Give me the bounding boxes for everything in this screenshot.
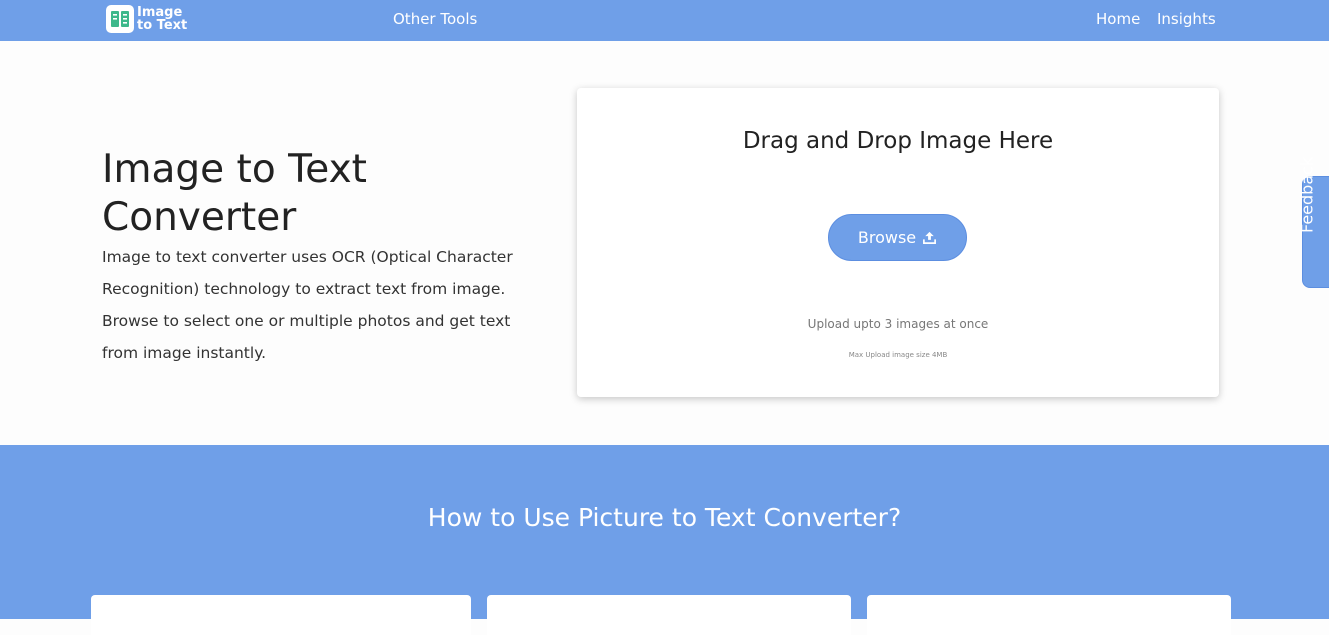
howto-step-card bbox=[867, 595, 1231, 635]
howto-section: How to Use Picture to Text Converter? bbox=[0, 445, 1329, 635]
nav-link-insights[interactable]: Insights bbox=[1157, 10, 1216, 28]
upload-max-size-note: Max Upload image size 4MB bbox=[848, 351, 948, 359]
site-logo[interactable]: Image to Text bbox=[106, 4, 187, 34]
browse-button[interactable]: Browse bbox=[828, 214, 967, 261]
feedback-label: Feedback bbox=[1297, 156, 1317, 233]
logo-badge bbox=[106, 5, 134, 33]
upload-dropzone[interactable]: Drag and Drop Image Here Browse Upload u… bbox=[577, 88, 1219, 397]
howto-step-card bbox=[91, 595, 471, 635]
upload-limit-note: Upload upto 3 images at once bbox=[807, 317, 989, 331]
nav-link-home[interactable]: Home bbox=[1096, 10, 1140, 28]
nav-link-other-tools[interactable]: Other Tools bbox=[393, 10, 477, 28]
page-title: Image to Text Converter bbox=[102, 147, 367, 240]
howto-step-card bbox=[487, 595, 851, 635]
hero-description: Image to text converter uses OCR (Optica… bbox=[102, 248, 513, 362]
feedback-tab[interactable]: Feedback bbox=[1298, 157, 1329, 288]
browse-button-label: Browse bbox=[857, 228, 917, 247]
upload-icon bbox=[923, 231, 937, 244]
howto-title: How to Use Picture to Text Converter? bbox=[427, 503, 902, 532]
dropzone-title: Drag and Drop Image Here bbox=[742, 128, 1054, 154]
logo-text: Image to Text bbox=[137, 6, 187, 32]
navbar: Image to Text Other Tools Home Insights bbox=[0, 0, 1329, 41]
logo-line-2: to Text bbox=[137, 18, 188, 33]
document-scan-icon bbox=[111, 11, 129, 27]
